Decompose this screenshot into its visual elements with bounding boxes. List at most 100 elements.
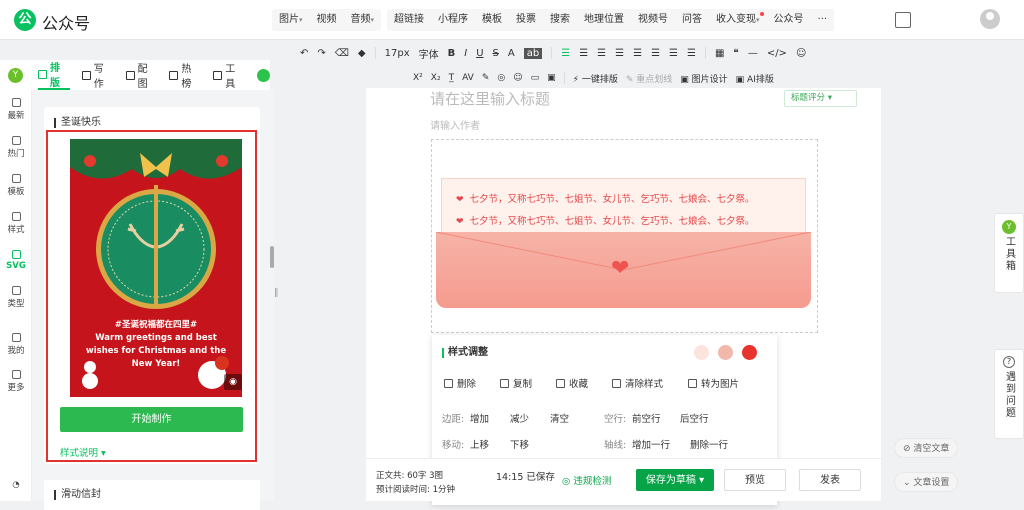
indent-icon[interactable]: ☰: [597, 48, 606, 59]
copy-button[interactable]: 复制: [500, 376, 532, 390]
text-spacing-button[interactable]: T̲: [449, 73, 455, 83]
divider: [704, 47, 706, 59]
code-icon[interactable]: </>: [767, 48, 787, 59]
numbered-list-icon[interactable]: ☰: [687, 48, 696, 59]
convert-image-button[interactable]: 转为图片: [688, 376, 739, 390]
menu-miniprogram[interactable]: 小程序: [431, 9, 475, 31]
font-family-select[interactable]: 字体: [419, 46, 439, 61]
rail-latest[interactable]: 最新: [0, 98, 32, 121]
toolbox-button[interactable]: Y 工具箱: [994, 213, 1024, 293]
eraser-icon[interactable]: ⌫: [335, 48, 349, 59]
image-design-button[interactable]: ▣ 图片设计: [680, 72, 727, 85]
rail-more[interactable]: 更多: [0, 370, 32, 393]
underline-button[interactable]: U: [476, 48, 483, 59]
rail-style[interactable]: 样式: [0, 212, 32, 235]
collapse-handle[interactable]: ‖: [274, 288, 279, 298]
move-up[interactable]: 上移: [470, 437, 489, 451]
color-swatch-red[interactable]: [742, 345, 757, 360]
save-draft-button[interactable]: 保存为草稿 ▾: [636, 469, 714, 491]
margin-clear[interactable]: 清空: [550, 411, 569, 425]
emoji-icon[interactable]: ☺: [513, 73, 522, 83]
menu-more[interactable]: ···: [811, 9, 835, 31]
menu-audio[interactable]: 音频▾: [344, 9, 382, 31]
pen-icon[interactable]: ✎: [482, 73, 490, 83]
menu-hyperlink[interactable]: 超链接: [387, 9, 431, 31]
menu-search[interactable]: 搜索: [543, 9, 577, 31]
headset-icon[interactable]: ◔: [0, 480, 32, 490]
avatar[interactable]: [980, 9, 1000, 29]
letter-spacing-button[interactable]: AV: [462, 73, 474, 83]
menu-image[interactable]: 图片▾: [272, 9, 310, 31]
menu-channels[interactable]: 视频号: [631, 9, 675, 31]
add-row[interactable]: 增加一行: [632, 437, 670, 451]
delete-row[interactable]: 删除一行: [690, 437, 728, 451]
table-icon[interactable]: ▦: [715, 48, 724, 59]
font-size-select[interactable]: 17px: [385, 48, 410, 59]
divider-line-icon[interactable]: —: [748, 48, 758, 59]
rail-template[interactable]: 模板: [0, 174, 32, 197]
scrollbar[interactable]: [270, 246, 274, 268]
author-input[interactable]: 请输入作者: [430, 117, 480, 132]
tab-images[interactable]: 配图: [125, 60, 158, 90]
margin-decrease[interactable]: 减少: [510, 411, 529, 425]
move-down[interactable]: 下移: [510, 437, 529, 451]
preview-button[interactable]: 预览: [724, 469, 786, 491]
redo-icon[interactable]: ↷: [317, 48, 325, 59]
image-icon[interactable]: ▭: [531, 73, 540, 83]
paint-icon[interactable]: ◎: [497, 73, 505, 83]
bold-button[interactable]: B: [448, 48, 456, 59]
trash-icon: [444, 379, 453, 388]
menu-qa[interactable]: 问答: [675, 9, 709, 31]
clear-style-button[interactable]: 清除样式: [612, 376, 663, 390]
subscript-button[interactable]: X₂: [431, 73, 441, 83]
clear-article-button[interactable]: ⊘ 清空文章: [894, 438, 959, 458]
bg-color-button[interactable]: ab: [523, 47, 543, 59]
favorite-button[interactable]: 收藏: [556, 376, 588, 390]
list-icon[interactable]: ☰: [669, 48, 678, 59]
quote-icon[interactable]: ❝: [733, 48, 738, 59]
tab-tools[interactable]: 工具: [213, 60, 245, 90]
menu-video[interactable]: 视频: [310, 9, 344, 31]
one-click-layout-button[interactable]: ⚡ 一键排版: [573, 72, 618, 85]
delete-button[interactable]: 删除: [444, 376, 476, 390]
rail-hot[interactable]: 热门: [0, 136, 32, 159]
emoji-icon[interactable]: ☺: [796, 48, 806, 59]
strikethrough-button[interactable]: S: [493, 48, 499, 59]
undo-icon[interactable]: ↶: [300, 48, 308, 59]
align-center-icon[interactable]: ☰: [579, 48, 588, 59]
tab-trending[interactable]: 热榜: [169, 60, 201, 90]
paragraph-spacing-icon[interactable]: ☰: [651, 48, 660, 59]
rail-type[interactable]: 类型: [0, 286, 32, 309]
menu-official[interactable]: 公众号: [767, 9, 811, 31]
superscript-button[interactable]: X²: [413, 73, 423, 83]
rail-mine[interactable]: 我的: [0, 333, 32, 356]
publish-button[interactable]: 发表: [799, 469, 861, 491]
blank-before[interactable]: 前空行: [632, 411, 661, 425]
menu-monetize[interactable]: 收入变现▾: [709, 9, 767, 31]
title-input[interactable]: 请在这里输入标题: [430, 88, 550, 109]
highlight-line-button[interactable]: ✎ 重点划线: [626, 72, 672, 85]
line-height-icon[interactable]: ☰: [633, 48, 642, 59]
blank-after[interactable]: 后空行: [680, 411, 709, 425]
menu-template[interactable]: 模板: [475, 9, 509, 31]
outdent-icon[interactable]: ☰: [615, 48, 624, 59]
menu-vote[interactable]: 投票: [509, 9, 543, 31]
font-color-button[interactable]: A: [508, 48, 515, 59]
color-swatch-light[interactable]: [694, 345, 709, 360]
ai-layout-button[interactable]: ▣ AI排版: [736, 72, 774, 85]
margin-increase[interactable]: 增加: [470, 411, 489, 425]
gallery-icon[interactable]: ▣: [547, 73, 556, 83]
tab-writing[interactable]: 写作: [81, 60, 114, 90]
phone-preview-icon[interactable]: [895, 12, 911, 28]
rail-svg[interactable]: SVG: [0, 250, 32, 271]
violation-check[interactable]: ◎ 违规检测: [562, 473, 611, 487]
align-left-icon[interactable]: ☰: [561, 48, 570, 59]
color-swatch-medium[interactable]: [718, 345, 733, 360]
title-score-button[interactable]: 标题评分 ▾: [784, 90, 857, 107]
menu-location[interactable]: 地理位置: [577, 9, 631, 31]
help-button[interactable]: ? 遇到问题: [994, 349, 1024, 439]
format-painter-icon[interactable]: ◆: [358, 48, 366, 59]
tab-layout[interactable]: 排版: [38, 60, 70, 90]
article-settings-button[interactable]: ⌄ 文章设置: [894, 472, 959, 492]
italic-button[interactable]: I: [464, 48, 467, 59]
